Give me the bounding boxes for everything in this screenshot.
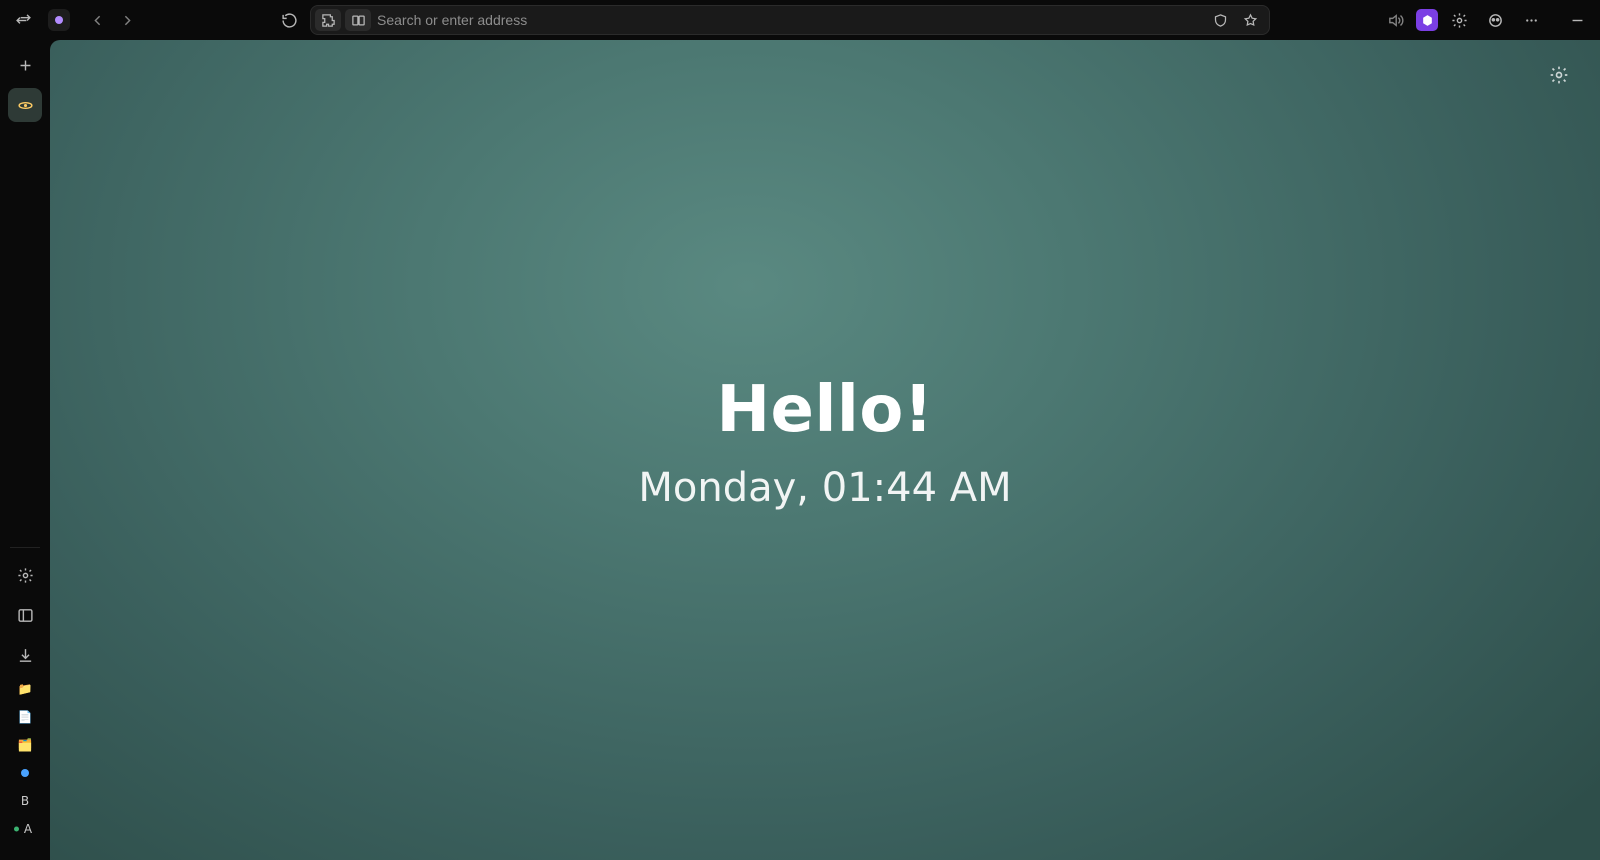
sidebar-settings-button[interactable]	[8, 558, 42, 592]
sidebar-letter-b: B	[21, 794, 29, 808]
gear-icon	[17, 567, 34, 584]
sidebar-bookmark-document[interactable]: 📄	[11, 706, 39, 728]
workspace-icon	[53, 14, 65, 26]
extension-hexagon-button[interactable]	[1416, 9, 1438, 31]
shield-icon	[1213, 13, 1228, 28]
vertical-tab-sidebar: 📁 📄 🗂️ B A	[0, 40, 50, 860]
page-settings-button[interactable]	[1546, 62, 1572, 88]
extension-gear-icon	[1451, 12, 1468, 29]
sidebar-bookmark-b[interactable]: B	[11, 790, 39, 812]
document-icon: 📄	[18, 710, 33, 724]
status-dot-icon	[14, 827, 19, 832]
top-toolbar	[0, 0, 1600, 40]
sidebar-bookmark-circle[interactable]	[11, 762, 39, 784]
new-tab-button[interactable]	[8, 48, 42, 82]
swap-icon	[15, 12, 32, 29]
overflow-menu-button[interactable]	[1516, 5, 1546, 35]
sidebar-divider	[10, 547, 40, 548]
back-icon	[89, 12, 106, 29]
audio-indicator-button[interactable]	[1380, 5, 1410, 35]
downloads-icon	[17, 647, 34, 664]
minimize-icon	[1569, 12, 1586, 29]
split-view-button[interactable]	[345, 9, 371, 31]
extensions-button[interactable]	[315, 9, 341, 31]
pinned-tab-icon	[17, 97, 34, 114]
page-settings-icon	[1549, 65, 1569, 85]
folder-icon: 📁	[18, 682, 33, 696]
reload-icon	[281, 12, 298, 29]
tracking-shield-button[interactable]	[1207, 9, 1233, 31]
datetime-text: Monday, 01:44 AM	[638, 465, 1011, 511]
audio-icon	[1387, 12, 1404, 29]
split-view-icon	[351, 13, 366, 28]
greeting-text: Hello!	[638, 373, 1011, 447]
new-tab-icon	[17, 57, 34, 74]
circle-icon	[20, 768, 30, 778]
extension-hexagon-icon	[1421, 14, 1434, 27]
side-panel-button[interactable]	[8, 598, 42, 632]
forward-icon	[119, 12, 136, 29]
address-input[interactable]	[375, 11, 1203, 29]
address-bar[interactable]	[310, 5, 1270, 35]
bookmark-star-button[interactable]	[1237, 9, 1263, 31]
workspace-badge[interactable]	[48, 9, 70, 31]
extension-privacy-icon	[1487, 12, 1504, 29]
forward-button[interactable]	[112, 5, 142, 35]
minimize-button[interactable]	[1562, 5, 1592, 35]
current-tab[interactable]	[8, 88, 42, 122]
star-icon	[1243, 13, 1258, 28]
overflow-menu-icon	[1523, 12, 1540, 29]
extensions-icon	[321, 13, 336, 28]
sidebar-bookmark-folder-1[interactable]: 📁	[11, 678, 39, 700]
side-panel-icon	[17, 607, 34, 624]
new-tab-page: Hello! Monday, 01:44 AM	[50, 40, 1600, 860]
downloads-button[interactable]	[8, 638, 42, 672]
reload-button[interactable]	[274, 5, 304, 35]
extension-gear-button[interactable]	[1444, 5, 1474, 35]
sidebar-bookmark-folder-2[interactable]: 🗂️	[11, 734, 39, 756]
folder-icon-2: 🗂️	[18, 738, 33, 752]
sidebar-letter-a: A	[24, 822, 32, 836]
extension-privacy-button[interactable]	[1480, 5, 1510, 35]
swap-workspace-button[interactable]	[8, 5, 38, 35]
sidebar-bookmark-a[interactable]: A	[11, 818, 39, 840]
back-button[interactable]	[82, 5, 112, 35]
